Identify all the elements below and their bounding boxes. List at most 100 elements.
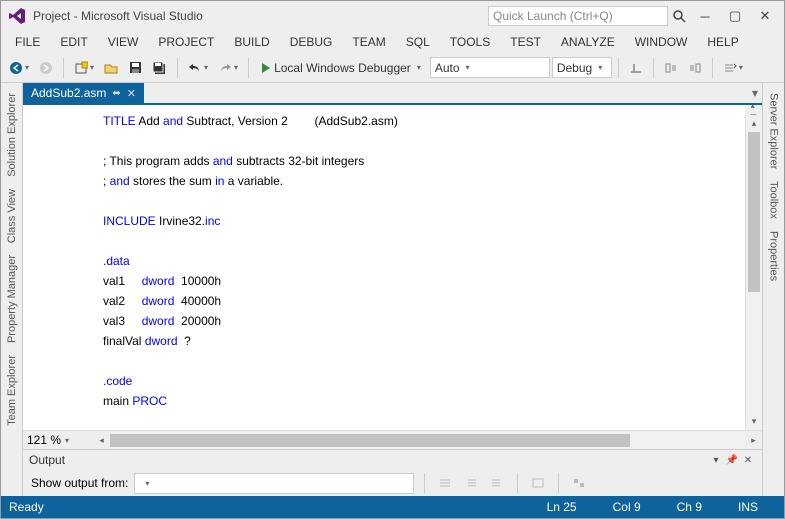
output-icon-1[interactable] [435,473,455,493]
output-pin-icon[interactable]: 📌 [724,455,740,466]
vertical-scrollbar[interactable]: ▴ ▾ [745,115,762,430]
output-icon-3[interactable] [487,473,507,493]
menu-build[interactable]: BUILD [224,32,279,52]
menu-tools[interactable]: TOOLS [440,32,500,52]
code-editor[interactable]: TITLE Add and Subtract, Version 2 (AddSu… [95,105,745,430]
output-icon-5[interactable] [569,473,589,493]
menu-help[interactable]: HELP [697,32,748,52]
new-project-button[interactable] [70,57,98,79]
tab-solution-explorer[interactable]: Solution Explorer [4,87,20,183]
tok: stores the sum [130,174,215,188]
scroll-thumb[interactable] [748,132,760,292]
document-tab-active[interactable]: AddSub2.asm ⬌ ✕ [23,83,144,103]
tok: ; This program adds [103,154,213,168]
platform-value: Auto [435,61,460,75]
output-close-icon[interactable]: ✕ [740,455,756,466]
status-ready: Ready [9,500,44,514]
horizontal-scrollbar[interactable] [110,432,745,449]
menu-team[interactable]: TEAM [342,32,395,52]
tok: PROC [132,394,167,408]
minimize-button[interactable]: ─ [690,5,720,27]
config-combo[interactable]: Debug [552,57,612,78]
platform-combo[interactable]: Auto [430,57,550,78]
tok: 20000h [174,314,221,328]
output-header: Output ▾ 📌 ✕ [23,450,762,470]
right-tool-strip: Server Explorer Toolbox Properties [762,83,784,496]
play-icon [262,63,270,73]
hscroll-left-icon[interactable]: ◂ [93,435,110,446]
tab-toolbox[interactable]: Toolbox [766,175,782,225]
tok: ? [178,334,191,348]
main-area: Solution Explorer Class View Property Ma… [1,83,784,496]
search-icon[interactable] [668,6,690,26]
menu-sql[interactable]: SQL [396,32,440,52]
toolbar-btn-a[interactable] [625,57,647,79]
quick-launch-input[interactable]: Quick Launch (Ctrl+Q) [488,6,668,26]
tab-class-view[interactable]: Class View [4,183,20,249]
editor-margin [23,105,95,430]
undo-button[interactable] [184,57,212,79]
maximize-button[interactable]: ▢ [720,5,750,27]
tab-overflow-icon[interactable]: ▾ [752,86,758,100]
save-all-button[interactable] [148,57,171,79]
tab-server-explorer[interactable]: Server Explorer [766,87,782,175]
status-line: Ln 25 [529,500,595,514]
menu-project[interactable]: PROJECT [148,32,224,52]
tok: .code [103,374,132,388]
open-file-button[interactable] [100,57,122,79]
menu-analyze[interactable]: ANALYZE [551,32,625,52]
start-debug-button[interactable]: Local Windows Debugger [255,57,428,79]
menu-edit[interactable]: EDIT [50,32,97,52]
tok: INCLUDE [103,214,156,228]
close-tab-icon[interactable]: ✕ [127,87,136,100]
output-source-combo[interactable] [134,473,414,494]
hscroll-right-icon[interactable]: ▸ [745,435,762,446]
tok: and [163,114,183,128]
tok: finalVal [103,334,145,348]
toolbar-btn-d[interactable] [719,57,747,79]
zoom-combo[interactable]: 121 % [23,433,93,447]
nav-back-button[interactable] [5,57,33,79]
vs-logo-icon [5,4,29,28]
redo-button[interactable] [214,57,242,79]
output-title: Output [29,453,65,467]
menu-file[interactable]: FILE [5,32,50,52]
tok: Add [136,114,163,128]
output-dropdown-icon[interactable]: ▾ [708,455,724,466]
split-view-handle[interactable]: ▴─ [745,105,762,115]
tok: inc [205,214,220,228]
output-icon-4[interactable] [528,473,548,493]
document-tab-label: AddSub2.asm [31,86,106,100]
zoom-value: 121 % [27,433,61,447]
tok: TITLE [103,114,136,128]
toolbar-btn-c[interactable] [684,57,706,79]
hscroll-thumb[interactable] [110,434,630,447]
save-button[interactable] [124,57,146,79]
tok: .data [103,254,130,268]
tok: and [110,174,130,188]
nav-forward-button[interactable] [35,57,57,79]
left-tool-strip: Solution Explorer Class View Property Ma… [1,83,23,496]
close-button[interactable]: ✕ [750,5,780,27]
tok: dword [142,294,175,308]
editor-footer: 121 % ◂ ▸ [23,430,762,449]
menu-view[interactable]: VIEW [98,32,149,52]
scroll-down-icon[interactable]: ▾ [746,413,762,430]
menu-debug[interactable]: DEBUG [280,32,343,52]
pin-icon[interactable]: ⬌ [112,88,120,99]
menu-test[interactable]: TEST [500,32,551,52]
tok: ; [103,174,110,188]
menu-window[interactable]: WINDOW [625,32,698,52]
toolbar-btn-b[interactable] [660,57,682,79]
tok: Subtract, Version 2 (AddSub2.asm) [183,114,398,128]
output-toolbar: Show output from: [23,470,762,496]
output-icon-2[interactable] [461,473,481,493]
scroll-up-icon[interactable]: ▴ [746,115,762,132]
tab-properties[interactable]: Properties [766,225,782,287]
tok: dword [142,274,175,288]
tok: 40000h [174,294,221,308]
tab-team-explorer[interactable]: Team Explorer [4,349,20,432]
tab-property-manager[interactable]: Property Manager [4,249,20,349]
title-bar: Project - Microsoft Visual Studio Quick … [1,1,784,31]
toolbar: Local Windows Debugger Auto Debug [1,53,784,83]
